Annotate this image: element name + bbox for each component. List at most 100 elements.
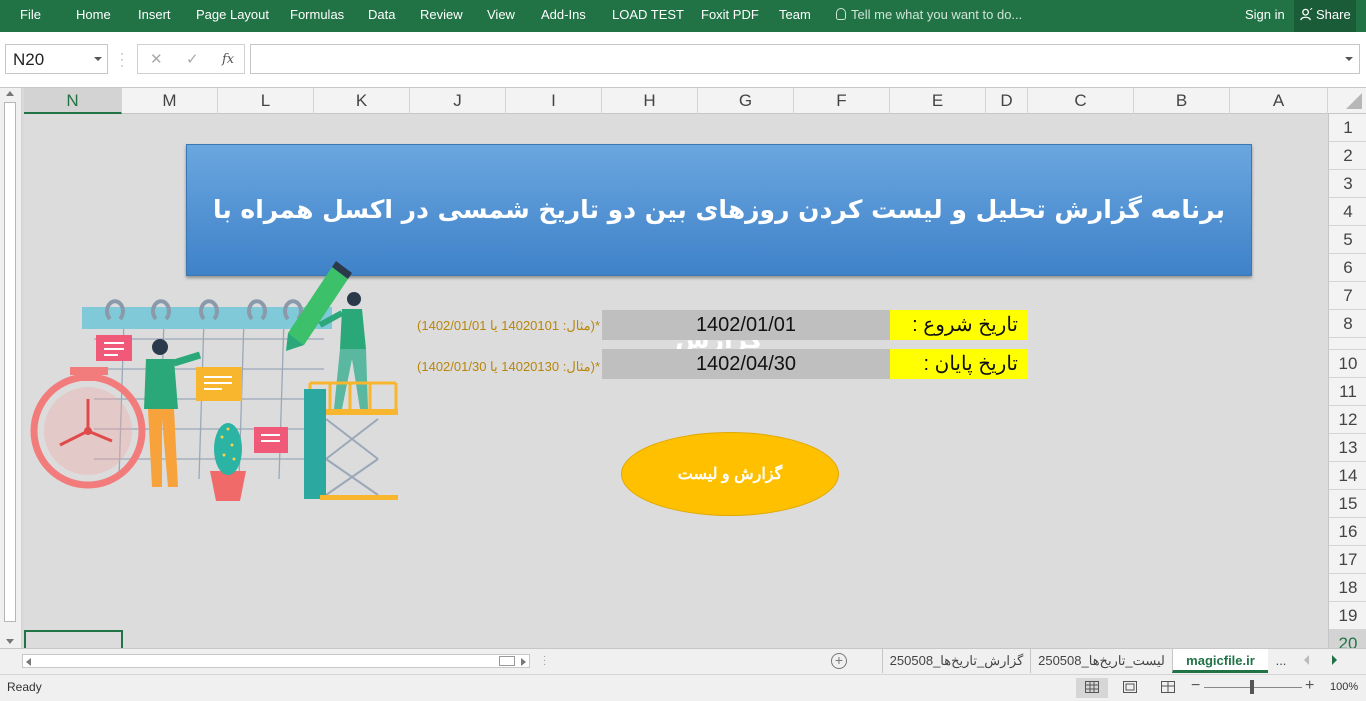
column-header[interactable]: D bbox=[986, 88, 1028, 114]
start-date-cell[interactable]: 1402/01/01 bbox=[602, 310, 890, 340]
formula-bar: N20 · · · ✕ ✓ fx bbox=[0, 32, 1366, 88]
scroll-left-icon[interactable] bbox=[26, 658, 31, 666]
worksheet[interactable]: برنامه گزارش تحلیل و لیست کردن روزهای بی… bbox=[24, 114, 1328, 648]
row-header[interactable]: 5 bbox=[1329, 226, 1366, 254]
sheet-tab[interactable]: لیست_تاریخ‌ها_250508 bbox=[1030, 649, 1172, 673]
row-header[interactable]: 12 bbox=[1329, 406, 1366, 434]
selected-cell-n20[interactable] bbox=[24, 630, 123, 648]
page-break-view-button[interactable] bbox=[1152, 678, 1184, 698]
zoom-slider-thumb[interactable] bbox=[1250, 680, 1254, 694]
tab-home[interactable]: Home bbox=[76, 7, 111, 22]
sheet-tab-bar: · · · + گزارش_تاریخ‌ها_250508 لیست_تاریخ‌ه… bbox=[0, 648, 1366, 674]
row-header[interactable]: 16 bbox=[1329, 518, 1366, 546]
more-sheets-button[interactable]: ... bbox=[1268, 649, 1294, 673]
tell-me-text: Tell me what you want to do... bbox=[851, 7, 1023, 22]
scroll-up-icon[interactable] bbox=[6, 91, 14, 96]
name-box[interactable]: N20 bbox=[5, 44, 108, 74]
tab-load-test[interactable]: LOAD TEST bbox=[612, 7, 684, 22]
zoom-out-button[interactable]: − bbox=[1191, 677, 1200, 695]
row-header[interactable]: 11 bbox=[1329, 378, 1366, 406]
normal-view-button[interactable] bbox=[1076, 678, 1108, 698]
row-header[interactable]: 8 bbox=[1329, 310, 1366, 338]
lightbulb-icon bbox=[836, 8, 846, 20]
row-header[interactable]: 7 bbox=[1329, 282, 1366, 310]
formula-bar-grip[interactable]: · · · bbox=[120, 47, 124, 71]
column-header[interactable]: C bbox=[1028, 88, 1134, 114]
expand-formula-icon[interactable] bbox=[1345, 57, 1353, 61]
select-all-triangle-icon bbox=[1346, 93, 1362, 109]
column-header[interactable]: E bbox=[890, 88, 986, 114]
column-header[interactable]: G bbox=[698, 88, 794, 114]
row-header[interactable]: 10 bbox=[1329, 350, 1366, 378]
row-header[interactable]: 13 bbox=[1329, 434, 1366, 462]
tab-view[interactable]: View bbox=[487, 7, 515, 22]
column-header[interactable]: K bbox=[314, 88, 410, 114]
sheet-tab-active[interactable]: magicfile.ir bbox=[1172, 649, 1268, 673]
row-header[interactable]: 17 bbox=[1329, 546, 1366, 574]
tab-split-grip[interactable]: · · · bbox=[543, 652, 546, 670]
row-header[interactable]: 14 bbox=[1329, 462, 1366, 490]
enter-icon[interactable]: ✓ bbox=[186, 50, 199, 68]
name-box-value: N20 bbox=[13, 50, 45, 69]
tab-data[interactable]: Data bbox=[368, 7, 395, 22]
chevron-down-icon[interactable] bbox=[94, 57, 102, 61]
formula-input[interactable] bbox=[250, 44, 1360, 74]
row-headers: 1 2 3 4 5 6 7 8 10 11 12 13 14 15 16 17 … bbox=[1328, 114, 1366, 648]
end-date-cell[interactable]: 1402/04/30 bbox=[602, 349, 890, 379]
row-header-hidden-break bbox=[1329, 338, 1366, 350]
share-button[interactable]: Share bbox=[1294, 0, 1356, 32]
start-date-hint: *(مثال: 14020101 یا 1402/01/01) bbox=[417, 318, 600, 333]
zoom-in-button[interactable]: + bbox=[1305, 677, 1314, 695]
row-header[interactable]: 6 bbox=[1329, 254, 1366, 282]
tab-page-layout[interactable]: Page Layout bbox=[196, 7, 269, 22]
report-and-list-button[interactable]: گزارش و لیست bbox=[621, 432, 839, 516]
column-header[interactable]: I bbox=[506, 88, 602, 114]
scroll-thumb[interactable] bbox=[4, 102, 16, 622]
tab-add-ins[interactable]: Add-Ins bbox=[541, 7, 586, 22]
scroll-down-icon[interactable] bbox=[6, 639, 14, 644]
insert-function-icon[interactable]: fx bbox=[222, 52, 234, 67]
row-header[interactable]: 2 bbox=[1329, 142, 1366, 170]
horizontal-scrollbar[interactable] bbox=[22, 654, 530, 668]
column-header[interactable]: M bbox=[122, 88, 218, 114]
row-header[interactable]: 4 bbox=[1329, 198, 1366, 226]
scroll-right-icon[interactable] bbox=[521, 658, 526, 666]
column-header[interactable]: H bbox=[602, 88, 698, 114]
column-header[interactable]: J bbox=[410, 88, 506, 114]
page-title: برنامه گزارش تحلیل و لیست کردن روزهای بی… bbox=[186, 144, 1252, 354]
row-header[interactable]: 1 bbox=[1329, 114, 1366, 142]
select-all-corner[interactable] bbox=[1328, 88, 1366, 114]
sign-in-link[interactable]: Sign in bbox=[1245, 7, 1285, 22]
column-header[interactable]: N bbox=[24, 88, 122, 114]
tab-insert[interactable]: Insert bbox=[138, 7, 171, 22]
sheet-tab[interactable]: گزارش_تاریخ‌ها_250508 bbox=[882, 649, 1030, 673]
row-header[interactable]: 15 bbox=[1329, 490, 1366, 518]
start-date-label: تاریخ شروع : bbox=[890, 310, 1028, 340]
formula-buttons: ✕ ✓ fx bbox=[137, 44, 245, 74]
next-sheet-icon[interactable] bbox=[1332, 655, 1337, 665]
column-header[interactable]: F bbox=[794, 88, 890, 114]
tab-team[interactable]: Team bbox=[779, 7, 811, 22]
file-tab[interactable]: File bbox=[20, 7, 41, 22]
tab-formulas[interactable]: Formulas bbox=[290, 7, 344, 22]
page-layout-view-button[interactable] bbox=[1114, 678, 1146, 698]
add-sheet-button[interactable]: + bbox=[831, 653, 847, 669]
tab-foxit-pdf[interactable]: Foxit PDF bbox=[701, 7, 759, 22]
zoom-level[interactable]: 100% bbox=[1330, 681, 1358, 693]
vertical-scrollbar[interactable] bbox=[0, 88, 22, 648]
cancel-icon[interactable]: ✕ bbox=[150, 50, 163, 68]
row-header[interactable]: 19 bbox=[1329, 602, 1366, 630]
row-header[interactable]: 3 bbox=[1329, 170, 1366, 198]
status-ready: Ready bbox=[7, 680, 42, 694]
column-header[interactable]: B bbox=[1134, 88, 1230, 114]
person-icon bbox=[1300, 8, 1313, 21]
column-header[interactable]: L bbox=[218, 88, 314, 114]
tab-review[interactable]: Review bbox=[420, 7, 463, 22]
tell-me-search[interactable]: Tell me what you want to do... bbox=[836, 7, 1022, 22]
prev-sheet-icon[interactable] bbox=[1304, 655, 1309, 665]
column-header[interactable]: A bbox=[1230, 88, 1328, 114]
row-header[interactable]: 18 bbox=[1329, 574, 1366, 602]
row-header[interactable]: 20 bbox=[1329, 630, 1366, 648]
share-label: Share bbox=[1316, 7, 1351, 22]
horizontal-scroll-thumb[interactable] bbox=[499, 656, 515, 666]
